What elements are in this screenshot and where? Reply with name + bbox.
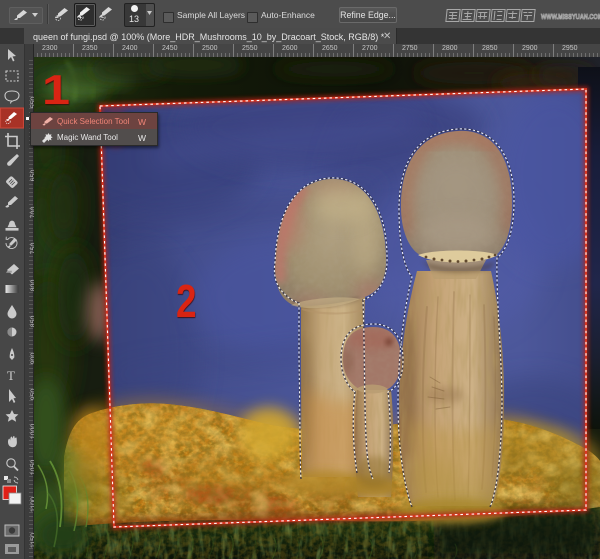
svg-text:T: T [7,368,15,383]
